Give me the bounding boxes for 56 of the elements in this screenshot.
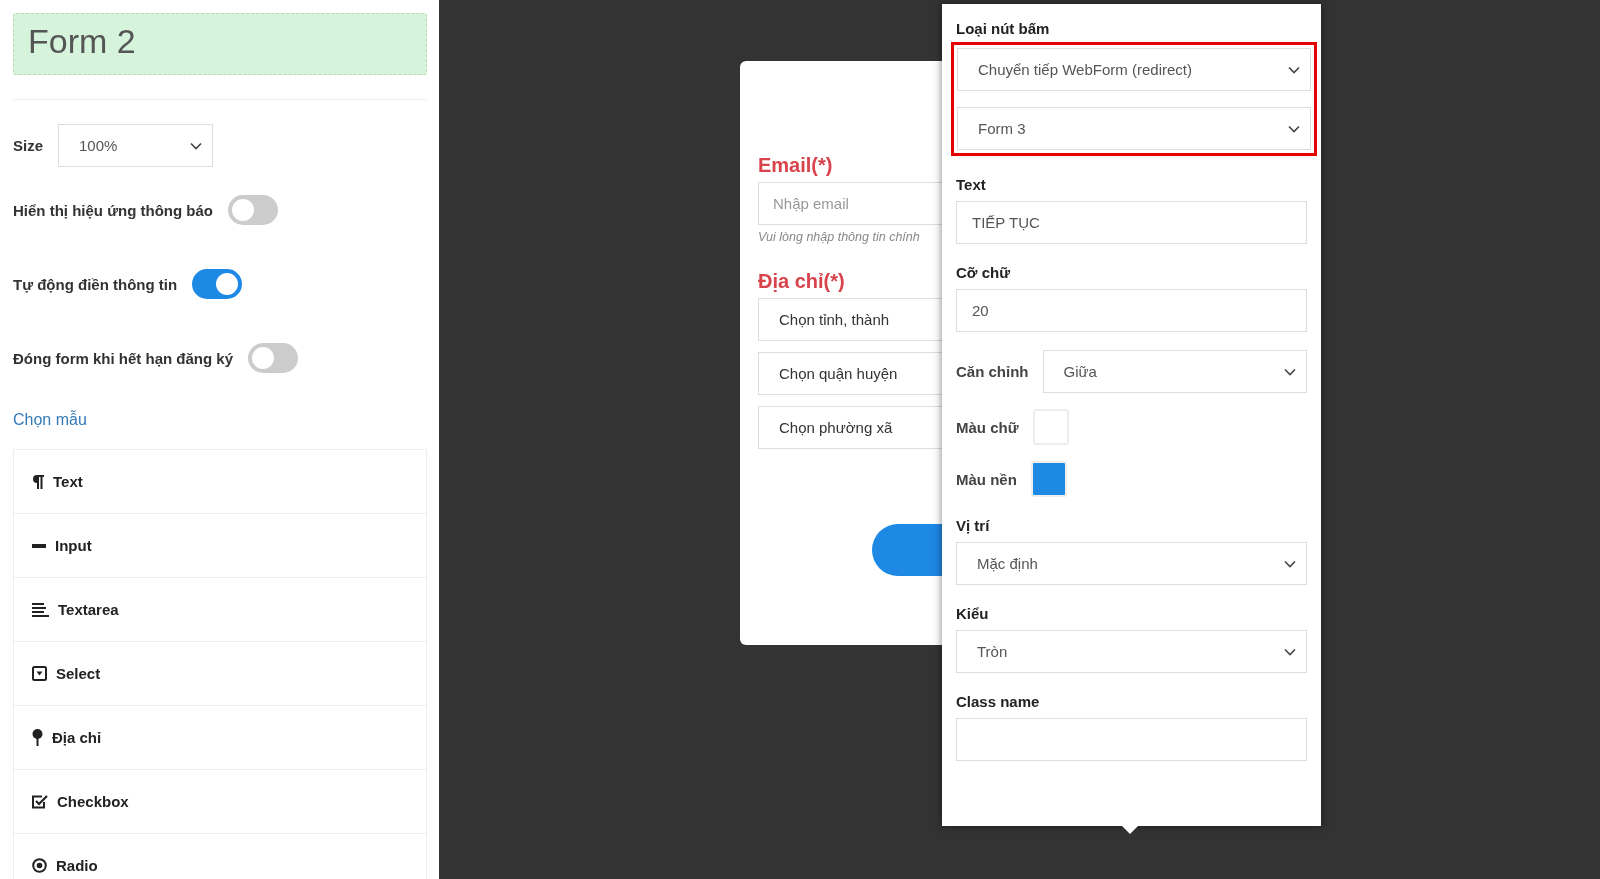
toggle-label: Tự động điền thông tin [13,275,178,293]
pin-icon [32,729,43,746]
toggle-switch[interactable] [192,269,243,299]
size-select[interactable]: 100% [58,124,213,167]
toggle-switch[interactable] [248,343,298,373]
select-field[interactable]: Tròn [956,630,1307,673]
element-list-item[interactable]: Textarea [14,577,426,641]
address-select[interactable]: Chọn quận huyện [758,352,942,395]
chevron-down-icon [1288,65,1300,74]
element-list-item[interactable]: Text [14,450,426,513]
element-list-item[interactable]: Địa chỉ [14,705,426,769]
field-label: Cỡ chữ [956,264,1012,281]
checkbox-icon [32,794,48,809]
address-select[interactable]: Chọn tỉnh, thành [758,298,942,341]
field-label: Địa chỉ(*) [758,270,846,293]
address-select[interactable]: Chọn phường xã [758,406,942,449]
radio-icon [32,858,47,873]
chevron-down-icon [190,141,202,150]
field-label: Text [956,176,987,193]
select-field[interactable]: Mặc định [956,542,1307,585]
select-field[interactable]: Giữa [1042,350,1307,393]
chevron-down-icon [1284,559,1296,568]
pilcrow-icon [32,474,44,489]
email-field[interactable]: Nhập email [758,182,942,225]
chevron-down-icon [1288,124,1300,133]
lines-icon [32,602,49,617]
text-field[interactable]: 20 [956,289,1307,332]
field-label: Kiểu [956,605,990,622]
form-title[interactable]: Form 2 [13,13,427,75]
toggle-label: Hiển thị hiệu ứng thông báo [13,201,213,219]
element-list-item[interactable]: Input [14,513,426,577]
field-label: Loại nút bấm [956,20,1051,37]
choose-template-link[interactable]: Chọn mẫu [13,411,87,429]
submit-button[interactable] [872,524,942,576]
field-label: Màu chữ [956,418,1019,436]
field-hint: Vui lòng nhập thông tin chính [758,230,921,244]
field-label: Căn chỉnh [956,363,1029,380]
dash-icon [32,543,46,548]
chevron-down-icon [1284,647,1296,656]
field-label: Email(*) [758,154,834,177]
field-label: Class name [956,693,1041,710]
dropdown-box-icon [32,666,47,681]
select-field[interactable]: Chuyển tiếp WebForm (redirect) [957,48,1311,91]
toggle-label: Đóng form khi hết hạn đăng ký [13,349,233,367]
element-list-item[interactable]: Select [14,641,426,705]
text-field[interactable]: TIẾP TỤC [956,201,1307,244]
size-label: Size [13,137,43,154]
text-field[interactable] [956,718,1307,761]
field-label: Vị trí [956,517,991,534]
select-field[interactable]: Form 3 [957,107,1311,150]
field-label: Màu nền [956,470,1017,488]
element-list-item[interactable]: Radio [14,833,426,879]
element-list-item[interactable]: Checkbox [14,769,426,833]
chevron-down-icon [1284,367,1296,376]
toggle-switch[interactable] [228,195,278,225]
color-swatch[interactable] [1030,461,1067,497]
